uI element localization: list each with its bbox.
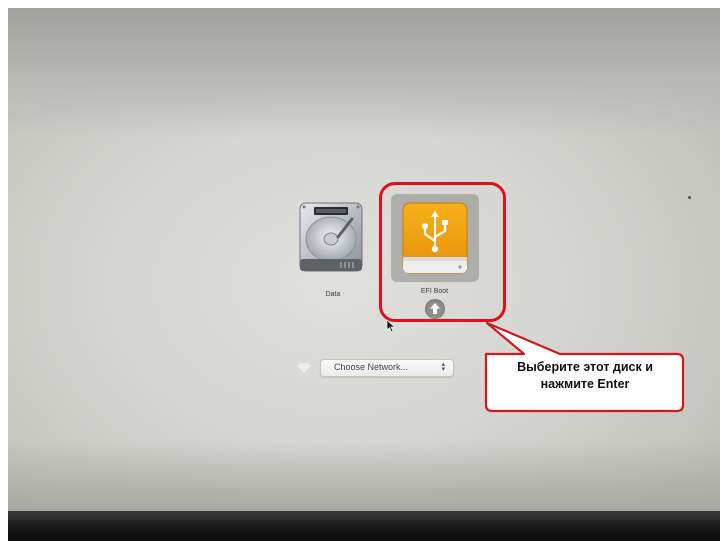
callout-line-2: нажмите Enter [540, 377, 630, 391]
callout-text: Выберите этот диск и нажмите Enter [488, 359, 682, 393]
callout-line-1: Выберите этот диск и [517, 360, 653, 374]
callout-bubble [484, 321, 685, 413]
